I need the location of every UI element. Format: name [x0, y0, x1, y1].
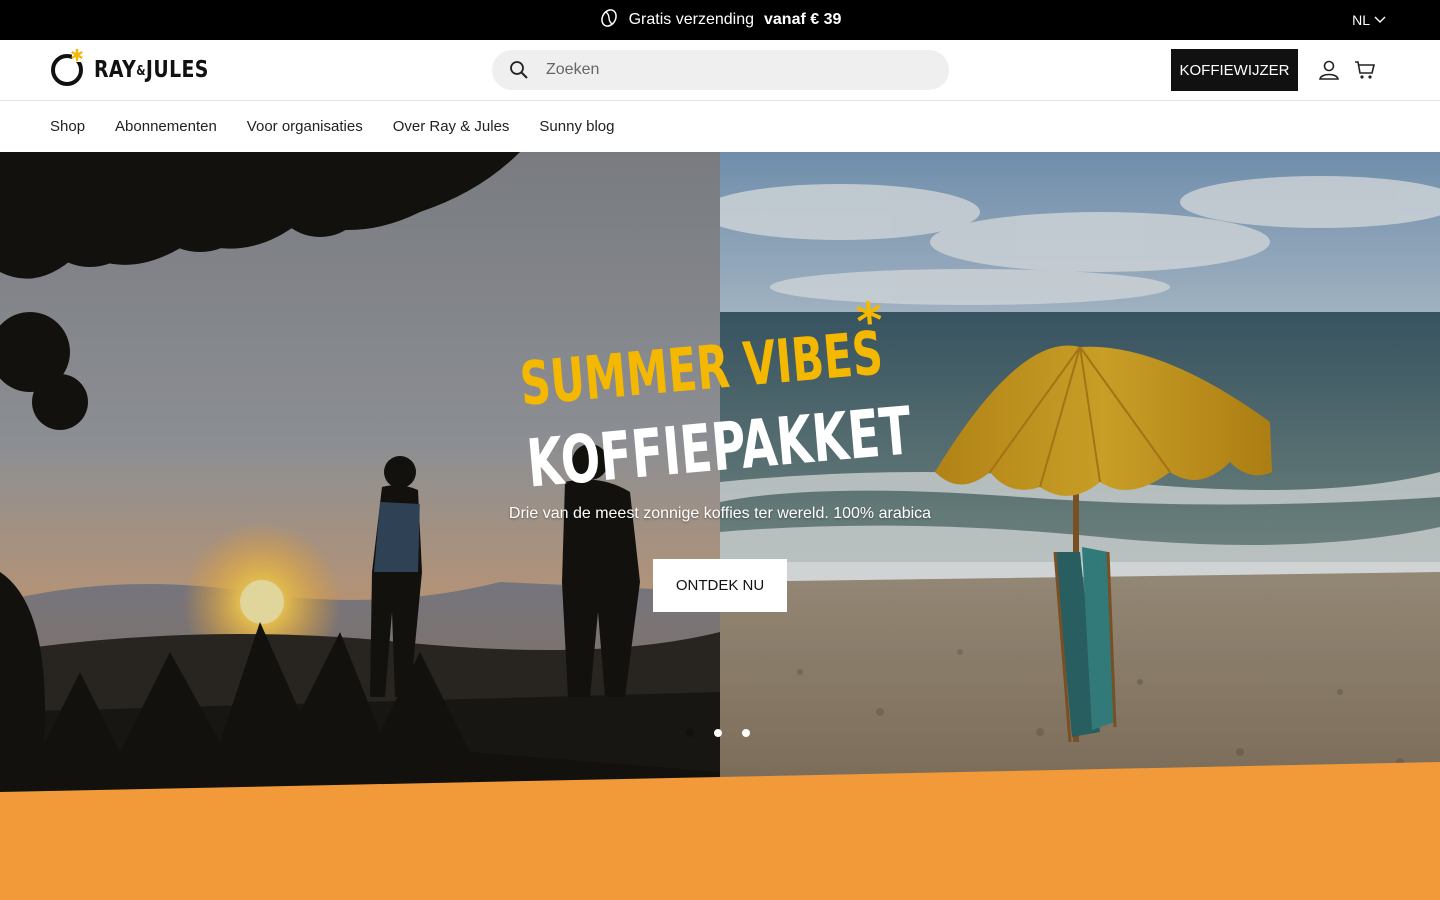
- logo-wordmark: RAY&JULES: [94, 57, 209, 83]
- site-header: RAY&JULES KOFFIEWIJZER: [0, 40, 1440, 101]
- carousel-dot-2[interactable]: [714, 729, 722, 737]
- cart-icon[interactable]: [1353, 58, 1377, 82]
- language-label: NL: [1352, 12, 1370, 28]
- shipping-text: Gratis verzending: [628, 11, 754, 28]
- carousel-dots: [686, 729, 750, 737]
- user-icon[interactable]: [1317, 58, 1341, 82]
- announcement-bar: Gratis verzending vanaf € 39 NL: [0, 0, 1440, 40]
- sun-logo-icon: [50, 48, 88, 93]
- hero-carousel: SUMMER VIBES * KOFFIEPAKKET Drie van de …: [0, 152, 1440, 792]
- nav-item-blog[interactable]: Sunny blog: [539, 118, 614, 135]
- hero-title-star: *: [854, 291, 885, 351]
- carousel-dot-1[interactable]: [686, 729, 694, 737]
- search-input[interactable]: [546, 61, 926, 79]
- main-nav: Shop Abonnementen Voor organisaties Over…: [0, 101, 1440, 152]
- orange-section-band: [0, 762, 1440, 900]
- coffee-bean-icon: [599, 8, 619, 33]
- shipping-threshold: vanaf € 39: [764, 11, 842, 28]
- search-icon[interactable]: [492, 60, 546, 80]
- logo[interactable]: RAY&JULES: [50, 48, 234, 93]
- nav-item-shop[interactable]: Shop: [50, 118, 85, 135]
- language-selector[interactable]: NL: [1352, 0, 1386, 40]
- hero-subtitle: Drie van de meest zonnige koffies ter we…: [508, 505, 932, 522]
- hero-title: SUMMER VIBES * KOFFIEPAKKET: [517, 291, 915, 502]
- shipping-message: Gratis verzending vanaf € 39: [0, 0, 1440, 40]
- search-bar[interactable]: [492, 50, 949, 90]
- discover-now-button[interactable]: ONTDEK NU: [653, 559, 787, 612]
- nav-item-about[interactable]: Over Ray & Jules: [393, 118, 510, 135]
- carousel-dot-3[interactable]: [742, 729, 750, 737]
- nav-item-organisations[interactable]: Voor organisaties: [247, 118, 363, 135]
- coffee-wizard-button[interactable]: KOFFIEWIJZER: [1171, 49, 1298, 91]
- hero-content: SUMMER VIBES * KOFFIEPAKKET Drie van de …: [0, 152, 1440, 792]
- chevron-down-icon: [1374, 12, 1386, 28]
- nav-item-subscriptions[interactable]: Abonnementen: [115, 118, 217, 135]
